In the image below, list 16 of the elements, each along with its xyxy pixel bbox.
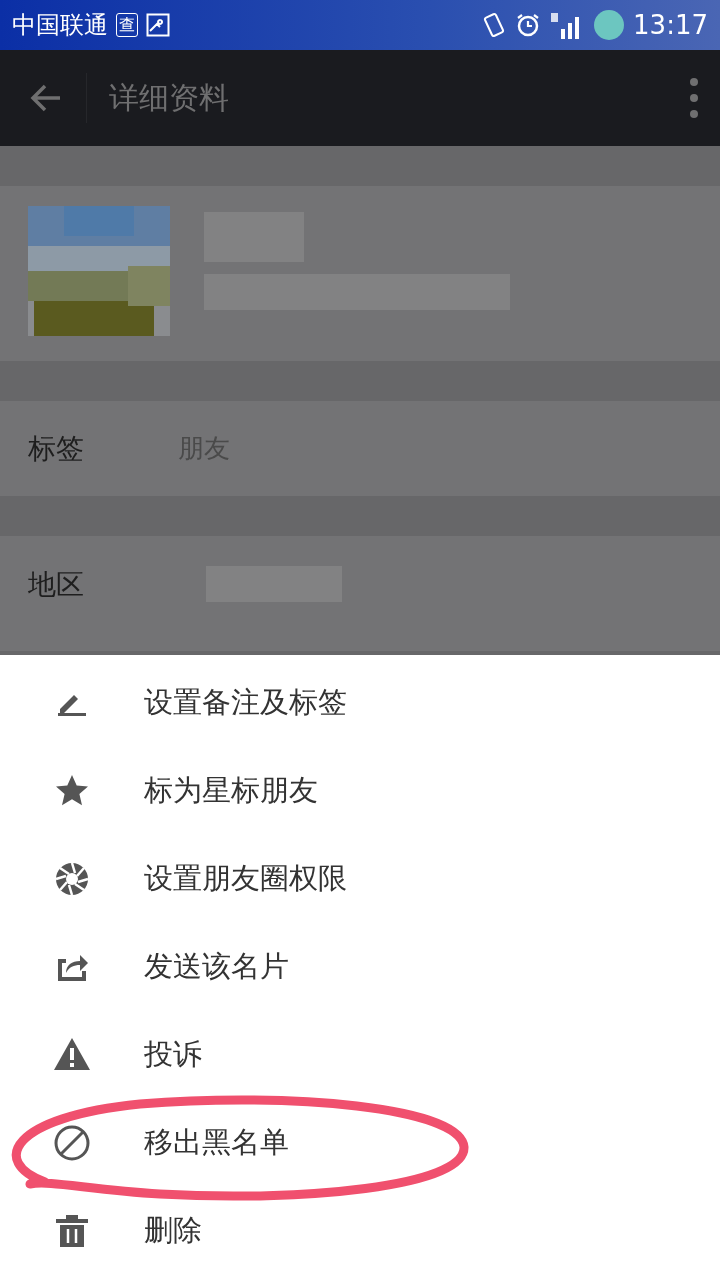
page-title: 详细资料 xyxy=(109,78,230,117)
more-button[interactable] xyxy=(688,76,700,120)
image-icon xyxy=(146,13,170,37)
field-label: 地区 xyxy=(28,567,85,603)
menu-item[interactable]: 设置备注及标签 xyxy=(0,659,720,747)
menu-item[interactable]: 标为星标朋友 xyxy=(0,747,720,835)
menu-item[interactable]: 设置朋友圈权限 xyxy=(0,835,720,923)
menu-item[interactable]: 删除 xyxy=(0,1187,720,1275)
field-label: 标签 xyxy=(28,430,85,467)
carrier-name: 中国联通 xyxy=(12,10,108,41)
menu-item[interactable]: 移出黑名单 xyxy=(0,1099,720,1187)
clock-time: 13:17 xyxy=(633,10,708,40)
menu-item[interactable]: 投诉 xyxy=(0,1011,720,1099)
unblock-icon xyxy=(52,1123,92,1163)
notification-badge: 查 xyxy=(116,13,138,37)
menu-item[interactable]: 发送该名片 xyxy=(0,923,720,1011)
